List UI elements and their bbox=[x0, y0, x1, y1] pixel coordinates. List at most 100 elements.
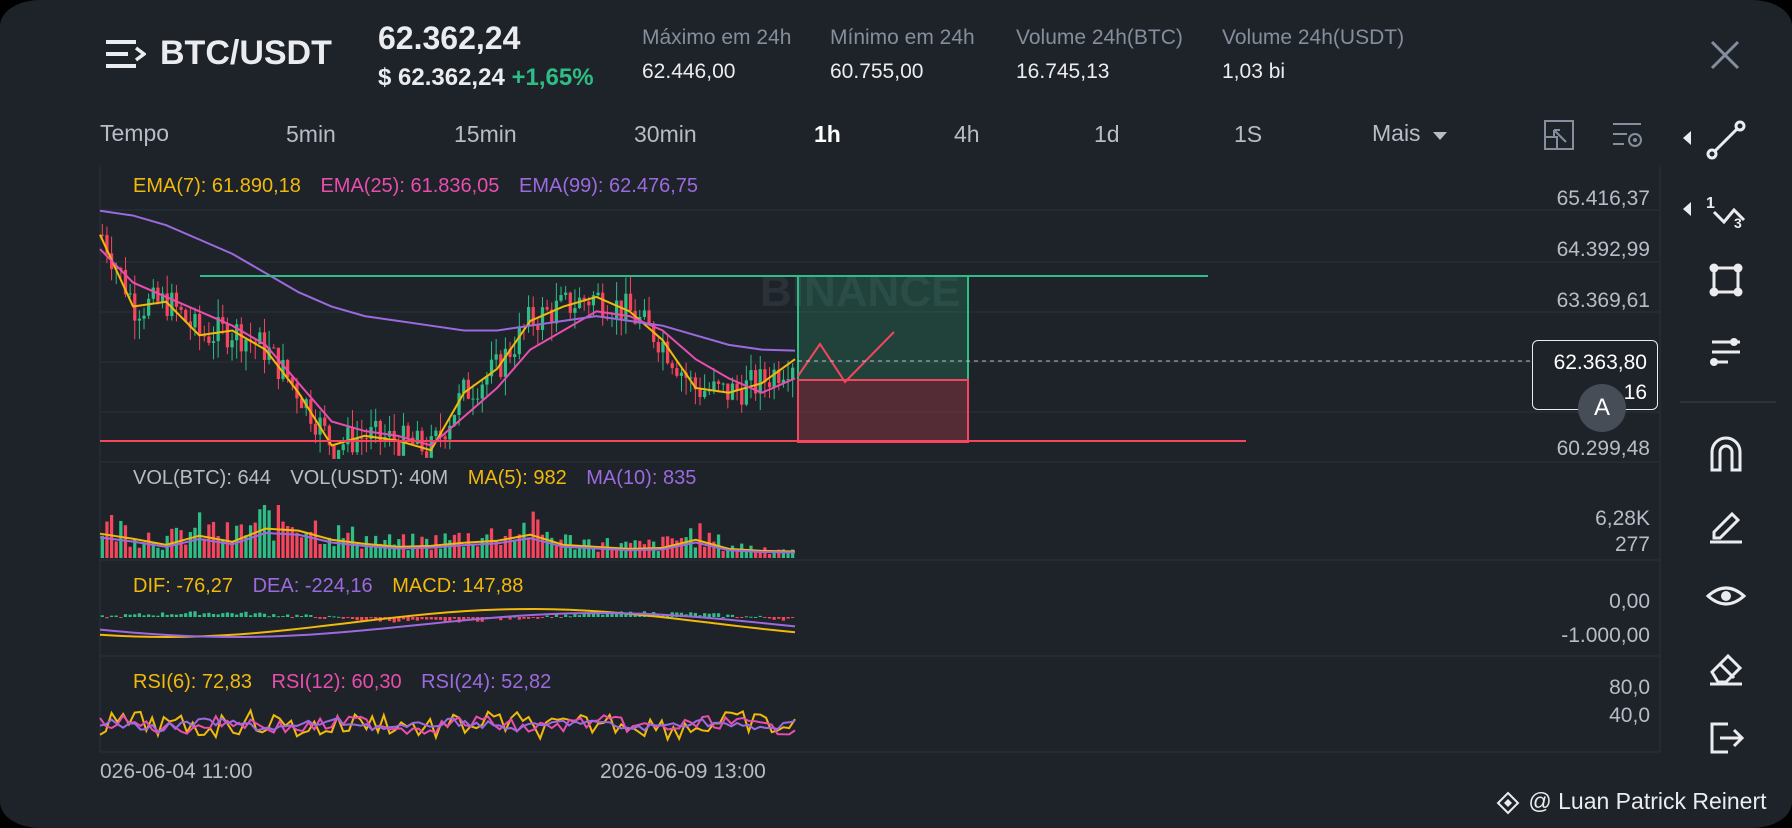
macd-histogram-bar bbox=[170, 614, 174, 617]
macd-histogram-bar bbox=[758, 615, 762, 617]
macd-histogram-bar bbox=[151, 615, 155, 617]
macd-histogram-bar bbox=[767, 617, 772, 619]
macd-histogram-bar bbox=[225, 612, 230, 617]
price-axis-label: 64.392,99 bbox=[1556, 238, 1650, 261]
macd-histogram-bar bbox=[137, 613, 142, 617]
macd-histogram-bar bbox=[235, 614, 239, 617]
macd-histogram-bar bbox=[165, 614, 169, 617]
date-axis-label: 026-06-04 11:00 bbox=[100, 760, 253, 783]
credit-watermark: @ Luan Patrick Reinert bbox=[1496, 788, 1767, 815]
macd-histogram-bar bbox=[207, 612, 211, 617]
volume-bar bbox=[253, 522, 257, 558]
volume-bar bbox=[429, 549, 433, 558]
volume-bar bbox=[262, 505, 267, 558]
macd-histogram-bar bbox=[772, 617, 776, 620]
auto-scale-button[interactable]: A bbox=[1578, 384, 1626, 432]
volume-bar bbox=[105, 521, 109, 558]
fibonacci-tool-icon[interactable]: 1 3 bbox=[1704, 188, 1748, 232]
dea-value: DEA: -224,16 bbox=[252, 575, 373, 597]
candle-body bbox=[767, 382, 772, 388]
ema25-value: EMA(25): 61.836,05 bbox=[320, 175, 500, 197]
macd-histogram-bar bbox=[466, 617, 470, 619]
candle-body bbox=[517, 326, 521, 355]
magnet-icon[interactable] bbox=[1704, 432, 1748, 476]
macd-legend: DIF: -76,27 DEA: -224,16 MACD: 147,88 bbox=[133, 575, 537, 598]
macd-histogram-bar bbox=[753, 616, 758, 618]
expand-caret-icon[interactable] bbox=[1682, 201, 1692, 217]
eraser-icon[interactable] bbox=[1704, 644, 1748, 688]
ma5-value: MA(5): 982 bbox=[467, 467, 567, 489]
macd-histogram-bar bbox=[726, 614, 730, 617]
expand-caret-icon[interactable] bbox=[1682, 130, 1692, 146]
macd-histogram-bar bbox=[452, 617, 457, 619]
macd-histogram-bar bbox=[355, 617, 359, 621]
macd-histogram-bar bbox=[313, 617, 318, 618]
ema99-value: EMA(99): 62.476,75 bbox=[519, 175, 698, 197]
volume-bar bbox=[475, 546, 480, 558]
macd-histogram-bar bbox=[248, 615, 253, 617]
volume-bar bbox=[438, 548, 443, 558]
candle-body bbox=[244, 339, 248, 352]
macd-histogram-bar bbox=[290, 617, 294, 618]
macd-histogram-bar bbox=[123, 614, 128, 617]
volume-bar bbox=[642, 544, 647, 558]
candle-body bbox=[471, 398, 475, 400]
macd-histogram-bar bbox=[415, 617, 420, 621]
macd-histogram-bar bbox=[744, 616, 748, 618]
macd-histogram-bar bbox=[239, 612, 243, 617]
kline-chart[interactable]: BINANCE bbox=[0, 0, 1792, 828]
macd-histogram-bar bbox=[703, 613, 707, 617]
candle-body bbox=[735, 383, 739, 390]
credit-text: @ Luan Patrick Reinert bbox=[1528, 788, 1767, 814]
shape-rectangle-icon[interactable] bbox=[1704, 258, 1748, 302]
candle-body bbox=[336, 450, 341, 459]
volume-bar bbox=[656, 551, 660, 558]
candle-body bbox=[712, 381, 716, 391]
macd-histogram-bar bbox=[730, 614, 735, 617]
candle-body bbox=[564, 292, 568, 296]
volume-bar bbox=[559, 539, 563, 558]
macd-histogram-bar bbox=[716, 613, 721, 617]
candle-body bbox=[744, 380, 748, 405]
volume-bar bbox=[462, 546, 466, 558]
macd-histogram-bar bbox=[522, 617, 526, 619]
volume-bar bbox=[684, 537, 688, 558]
volume-bar bbox=[554, 545, 559, 558]
volume-bar bbox=[573, 549, 577, 558]
macd-histogram-bar bbox=[360, 617, 364, 621]
macd-histogram-bar bbox=[286, 614, 290, 617]
candle-body bbox=[230, 340, 234, 348]
volume-bar bbox=[202, 538, 206, 558]
macd-histogram-bar bbox=[216, 614, 220, 617]
macd-histogram-bar bbox=[531, 617, 535, 618]
volume-axis-label: 6,28K bbox=[1595, 507, 1650, 530]
macd-histogram-bar bbox=[577, 615, 582, 617]
volume-bar bbox=[601, 542, 605, 558]
macd-histogram-bar bbox=[327, 615, 331, 617]
volume-bar bbox=[591, 548, 596, 558]
macd-histogram-bar bbox=[211, 614, 216, 617]
volume-bar bbox=[272, 540, 276, 558]
trend-line-icon[interactable] bbox=[1704, 118, 1748, 162]
macd-histogram-bar bbox=[749, 616, 753, 618]
volume-bar bbox=[100, 535, 104, 558]
macd-histogram-bar bbox=[262, 613, 267, 617]
position-tool-icon[interactable] bbox=[1704, 330, 1748, 374]
candle-body bbox=[374, 420, 378, 428]
macd-histogram-bar bbox=[341, 617, 345, 619]
macd-histogram-bar bbox=[267, 616, 271, 618]
candle-body bbox=[443, 436, 447, 440]
macd-histogram-bar bbox=[193, 611, 197, 617]
macd-histogram-bar bbox=[299, 616, 304, 618]
eye-icon[interactable] bbox=[1704, 574, 1748, 618]
macd-histogram-bar bbox=[536, 617, 540, 619]
macd-histogram-bar bbox=[425, 617, 429, 620]
price-axis-label: 63.369,61 bbox=[1556, 289, 1650, 312]
macd-histogram-bar bbox=[105, 617, 109, 619]
exit-icon[interactable] bbox=[1704, 716, 1748, 760]
macd-histogram-bar bbox=[160, 612, 165, 617]
rsi24-value: RSI(24): 52,82 bbox=[421, 671, 552, 693]
rsi-layer bbox=[99, 707, 796, 743]
long-position-target-zone bbox=[797, 275, 969, 381]
pencil-icon[interactable] bbox=[1704, 502, 1748, 546]
